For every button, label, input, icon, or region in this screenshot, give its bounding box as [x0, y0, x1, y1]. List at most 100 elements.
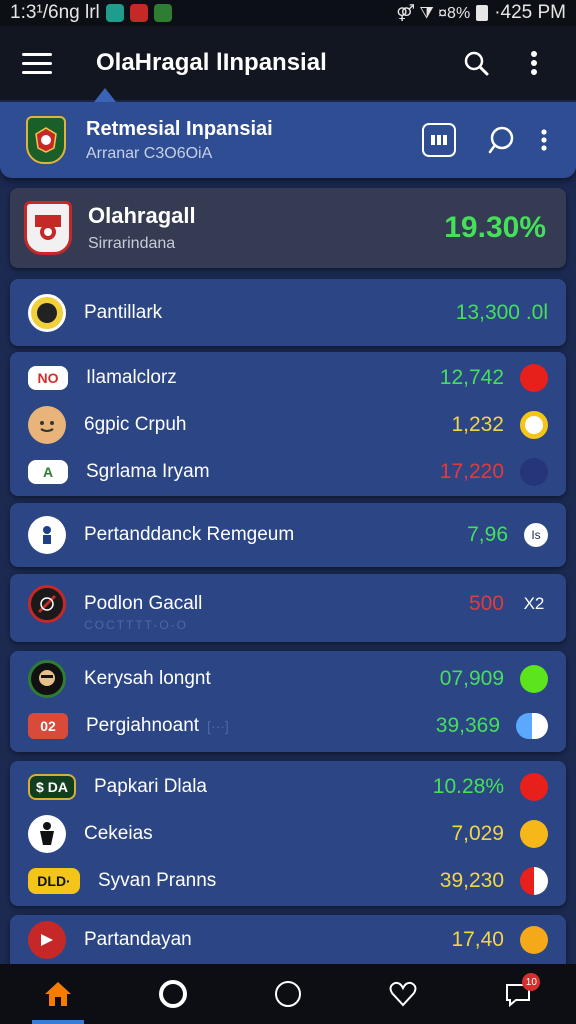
nav-circle[interactable] [258, 971, 318, 1017]
row-name: Pertanddanck Remgeum [84, 524, 295, 545]
row-value: 13,300 .0l [455, 300, 548, 324]
team-logo-icon: $ DA [28, 773, 76, 800]
featured-sub: Sirrarindana [88, 235, 176, 252]
list-item[interactable]: Kerysah longnt 07,909 [10, 655, 566, 702]
team-logo-icon: DLD· [28, 867, 80, 894]
nav-messages[interactable]: 10 [488, 971, 548, 1017]
list-view-icon[interactable] [422, 123, 456, 157]
featured-card[interactable]: Olahragall Sirrarindana 19.30% [10, 188, 566, 268]
team-logo-icon: 02 [28, 712, 68, 739]
list-item[interactable]: DLD· Syvan Pranns 39,230 [10, 857, 566, 904]
heart-icon [389, 981, 417, 1007]
menu-icon[interactable] [22, 52, 52, 74]
list-card: NO Ilamalclorz 12,742 6gpic Crpuh 1,232 … [10, 352, 566, 496]
nav-favorites[interactable] [373, 971, 433, 1017]
status-dot-icon [520, 772, 548, 801]
team-logo-icon: A [28, 459, 68, 484]
status-dot-icon [520, 363, 548, 392]
list-item[interactable]: NO Ilamalclorz 12,742 [10, 354, 566, 401]
app-bar: OlaHragal lInpansial [0, 26, 576, 102]
search-icon[interactable] [456, 43, 496, 83]
club-crest-icon [26, 116, 66, 164]
list-card[interactable]: Podlon Gacall 500 X2 COCTTTT-O-O [10, 574, 566, 642]
row-name: Pantillark [84, 301, 163, 323]
sub-header-title: Retmesial Inpansiai [86, 117, 273, 140]
status-dot-icon [520, 819, 548, 848]
team-logo-icon [28, 405, 66, 444]
team-logo-icon [28, 921, 66, 959]
row-name: Kerysah longnt [84, 667, 211, 689]
app-notification-icon [105, 4, 124, 22]
status-dot-icon [520, 866, 548, 895]
row-value: 17,220 [439, 459, 504, 483]
featured-name: Olahragall [88, 203, 196, 228]
list-card: $ DA Papkari Dlala 10.28% Cekeias 7,029 … [10, 761, 566, 906]
list-card[interactable]: Pertanddanck Remgeum 7,96 Is [10, 503, 566, 567]
tab-indicator [94, 88, 116, 102]
status-dot-icon [520, 457, 548, 486]
row-name: Ilamalclorz [86, 366, 177, 388]
list-item[interactable]: 6gpic Crpuh 1,232 [10, 401, 566, 448]
nav-circle-filled[interactable] [143, 971, 203, 1017]
team-logo-icon [28, 585, 66, 623]
row-value: 7,96 [467, 523, 508, 546]
faded-subtext: [···] [207, 717, 229, 734]
sub-header: Retmesial Inpansiai Arranar C3O6OiA [0, 102, 576, 178]
row-name: Pergiahnoant [86, 714, 200, 736]
row-name: Partandayan [84, 929, 192, 950]
app-notification-icon [129, 4, 148, 22]
list-item[interactable]: $ DA Papkari Dlala 10.28% [10, 763, 566, 810]
list-card[interactable]: Pantillark 13,300 .0l [10, 279, 566, 346]
list-item[interactable]: A Sgrlama Iryam 17,220 [10, 448, 566, 495]
app-title: OlaHragal lInpansial [96, 49, 327, 76]
list-item[interactable]: Cekeias 7,029 [10, 810, 566, 857]
team-logo-icon [28, 814, 66, 853]
circle-outline-icon [274, 981, 301, 1007]
list-card: Kerysah longnt 07,909 02 Pergiahnoant [·… [10, 651, 566, 752]
row-value: 12,742 [439, 365, 504, 389]
row-name: Syvan Pranns [98, 869, 217, 891]
status-dot-icon [520, 926, 548, 954]
app-notification-icon [153, 4, 172, 22]
row-value: 39,369 [435, 713, 500, 737]
row-value: 500 [468, 592, 504, 615]
faded-subtext: COCTTTT-O-O [84, 618, 188, 632]
notification-badge: 10 [522, 973, 541, 991]
chat-icon[interactable] [484, 123, 518, 157]
shield-logo-icon [24, 201, 72, 255]
row-value: 17,40 [451, 928, 504, 951]
team-logo-icon [28, 293, 66, 332]
row-value: 1,232 [451, 412, 504, 436]
more-options-icon[interactable] [538, 123, 550, 157]
bottom-navigation: 10 [0, 964, 576, 1024]
status-dot-icon [520, 664, 548, 693]
row-name: Papkari Dlala [94, 775, 207, 797]
row-value: 07,909 [439, 666, 504, 690]
battery-icon [476, 5, 489, 21]
row-value: 39,230 [439, 868, 504, 892]
clock: ·425 PM [494, 2, 566, 23]
status-dot-icon [520, 410, 548, 439]
row-value: 10.28% [432, 774, 504, 798]
row-value: 7,029 [451, 821, 504, 845]
status-dot-icon [516, 712, 548, 739]
active-tab-indicator [31, 1020, 84, 1024]
row-name: Cekeias [84, 822, 153, 844]
team-logo-icon [28, 659, 66, 698]
circle-icon [158, 980, 187, 1008]
row-badge: X2 [523, 594, 545, 613]
status-time: 1:3¹/6ng lrl [10, 2, 100, 23]
featured-value: 19.30% [444, 211, 546, 244]
status-bar: 1:3¹/6ng lrl ⚤ ⧩ ¤8% ·425 PM [0, 0, 576, 26]
team-logo-icon: NO [28, 365, 68, 390]
row-name: 6gpic Crpuh [84, 413, 187, 435]
home-icon [44, 982, 71, 1006]
row-badge: Is [524, 523, 548, 547]
sub-header-subtitle: Arranar C3O6OiA [86, 144, 213, 162]
more-options-icon[interactable] [514, 43, 554, 83]
nav-home[interactable] [28, 971, 88, 1024]
signal-icons: ⚤ ⧩ ¤8% [396, 5, 471, 22]
team-logo-icon [28, 516, 66, 554]
row-name: Sgrlama Iryam [86, 460, 210, 482]
list-item[interactable]: 02 Pergiahnoant [···] 39,369 [10, 702, 566, 749]
